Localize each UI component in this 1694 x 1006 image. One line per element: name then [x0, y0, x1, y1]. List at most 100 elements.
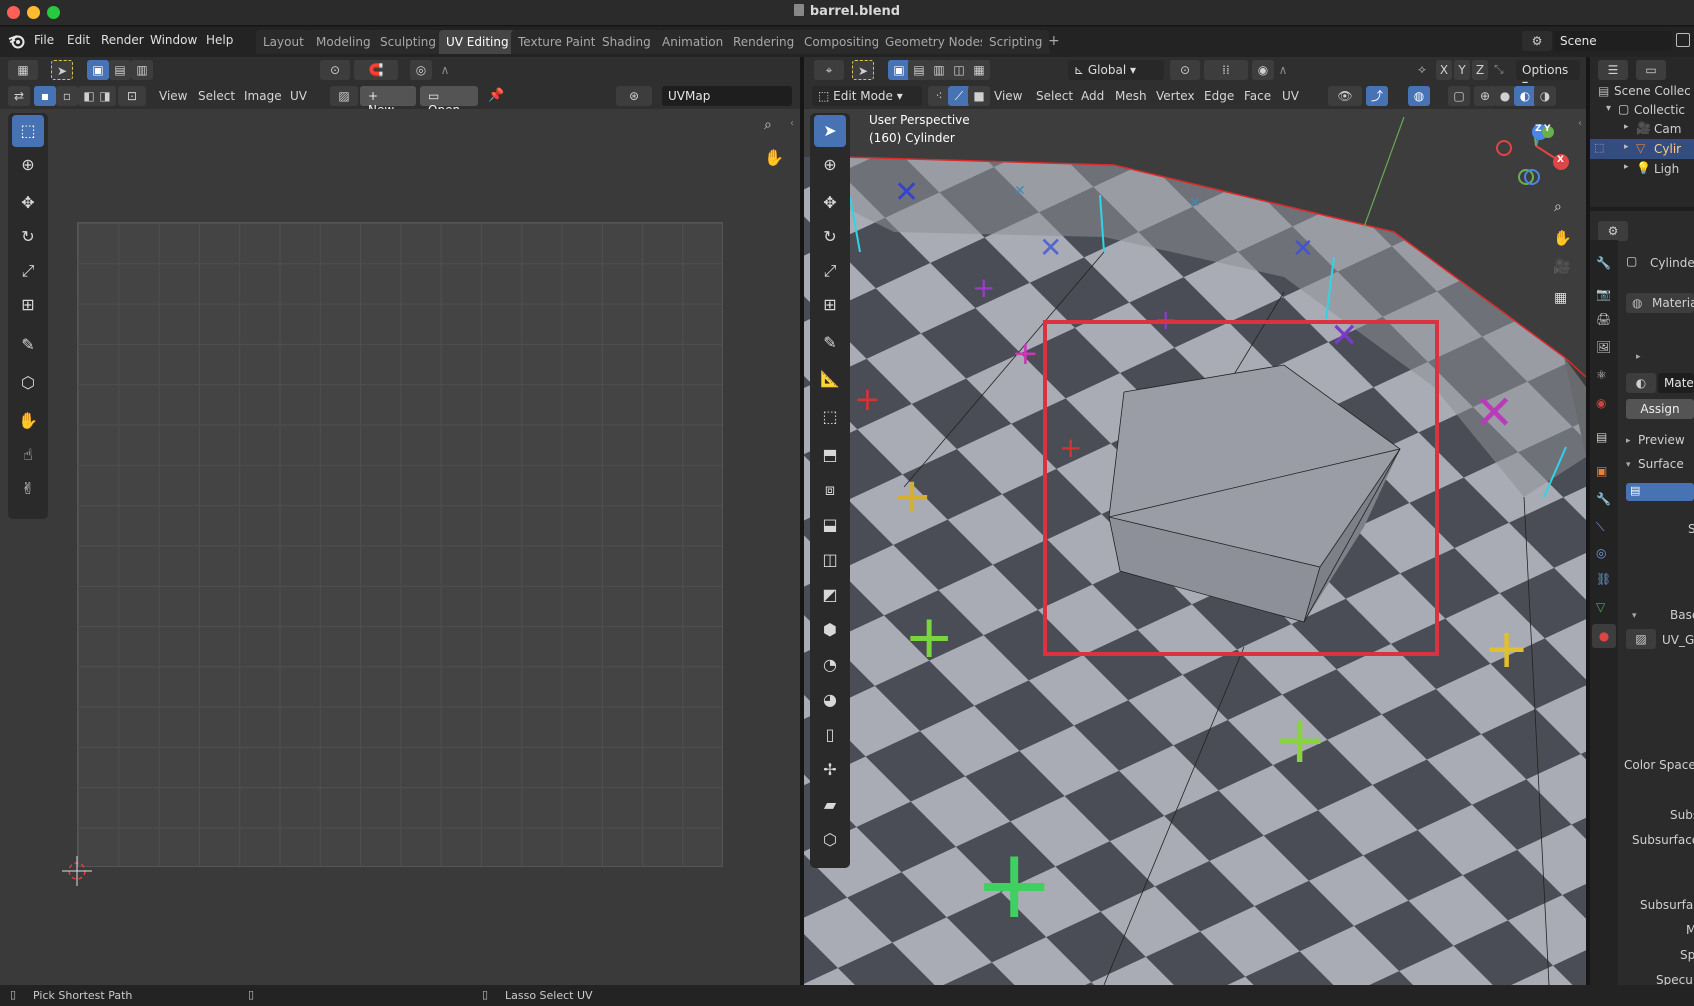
menu-window[interactable]: Window: [150, 33, 197, 47]
render-tab-icon[interactable]: 📷: [1596, 287, 1611, 301]
tool-tab-icon[interactable]: 🔧: [1596, 256, 1611, 270]
tab-geometry-nodes[interactable]: Geometry Nodes: [878, 30, 994, 54]
sticky-selection-icon[interactable]: ⊡: [118, 86, 146, 106]
tab-animation[interactable]: Animation: [655, 30, 731, 54]
rip-region-tool[interactable]: ⬡: [814, 824, 846, 856]
add-cube-tool[interactable]: ⬚: [814, 401, 846, 433]
snap-icon[interactable]: 🧲: [354, 60, 398, 80]
editor-type-icon[interactable]: ▦: [8, 60, 38, 80]
pivot-point-icon[interactable]: ⊙: [320, 60, 350, 80]
vp-menu-view[interactable]: View: [994, 89, 1022, 103]
slot-specials-icon[interactable]: ▸: [1636, 352, 1641, 362]
spin-tool[interactable]: ◔: [814, 649, 846, 681]
vertex-select-mode-icon[interactable]: ⁖: [928, 86, 950, 106]
vp-scale-tool[interactable]: ⤢: [814, 255, 846, 287]
collection-expand-icon[interactable]: ▾: [1606, 103, 1611, 114]
shrink-fatten-tool[interactable]: ✢: [814, 754, 846, 786]
visibility-icon[interactable]: 👁: [1328, 86, 1362, 106]
outliner-item-cylinder[interactable]: Cylir: [1654, 142, 1681, 156]
image-texture-browse-icon[interactable]: ▨: [1626, 629, 1656, 649]
vp-rotate-tool[interactable]: ↻: [814, 221, 846, 253]
uv-sidebar-toggle-icon[interactable]: ‹: [790, 118, 794, 129]
tab-texture-paint[interactable]: Texture Paint: [511, 30, 603, 54]
cursor-tool[interactable]: ⊕: [12, 149, 44, 181]
face-select-mode-icon[interactable]: ■: [968, 86, 990, 106]
menu-help[interactable]: Help: [206, 33, 233, 47]
vp-zoom-icon[interactable]: ⌕: [1554, 199, 1562, 215]
outliner-item-camera[interactable]: Cam: [1654, 122, 1681, 136]
surface-expand-icon[interactable]: ▾: [1626, 460, 1631, 470]
move-tool[interactable]: ✥: [12, 187, 44, 219]
scene-tab-icon[interactable]: ⚛: [1596, 368, 1607, 382]
vp-transform-tool[interactable]: ⊞: [814, 289, 846, 321]
material-name-field[interactable]: Materi: [1658, 373, 1694, 393]
add-workspace-button[interactable]: +: [1048, 33, 1060, 49]
vp-menu-mesh[interactable]: Mesh: [1115, 89, 1147, 103]
navigation-gizmo[interactable]: Z Y X: [1490, 118, 1570, 188]
vp-menu-select[interactable]: Select: [1036, 89, 1073, 103]
camera-view-icon[interactable]: 🎥: [1553, 259, 1570, 275]
falloff-icon[interactable]: ∧: [434, 60, 456, 80]
menu-edit[interactable]: Edit: [67, 33, 90, 47]
uv-grid[interactable]: [77, 222, 723, 867]
vp-menu-face[interactable]: Face: [1244, 89, 1271, 103]
open-image-button[interactable]: ▭ Open: [420, 86, 478, 117]
new-image-button[interactable]: + New: [360, 86, 416, 117]
edge-select-mode-icon[interactable]: ⟋: [948, 86, 970, 106]
material-tab-icon[interactable]: ●: [1592, 624, 1616, 648]
mode-dropdown[interactable]: ⬚ Edit Mode ▾: [812, 86, 922, 106]
image-texture-name[interactable]: UV_Gr: [1662, 633, 1694, 647]
outliner-item-light[interactable]: Ligh: [1654, 162, 1679, 176]
preview-panel-header[interactable]: Preview: [1638, 433, 1685, 447]
vp-snap-icon[interactable]: ⁞⁞: [1204, 60, 1248, 80]
preview-expand-icon[interactable]: ▸: [1626, 436, 1631, 446]
pin-icon[interactable]: 📌: [488, 88, 504, 103]
auto-merge-icon[interactable]: ⤡: [1494, 62, 1504, 77]
pinch-tool[interactable]: ✌: [12, 473, 44, 505]
uv-menu-view[interactable]: View: [159, 89, 187, 103]
annotate-tool[interactable]: ✎: [12, 329, 44, 361]
uv-sync-selection-icon[interactable]: ⇄: [8, 86, 30, 106]
xray-toggle-icon[interactable]: ▢: [1448, 86, 1470, 106]
vp-select-mode-intersect-icon[interactable]: ▦: [968, 60, 990, 80]
uv-zoom-icon[interactable]: ⌕: [764, 117, 772, 133]
outliner-display-mode-icon[interactable]: ▭: [1636, 60, 1666, 80]
select-mode-subtract-icon[interactable]: ▥: [131, 60, 153, 80]
uv-menu-image[interactable]: Image: [244, 89, 282, 103]
select-mode-new-icon[interactable]: ▣: [87, 60, 109, 80]
knife-tool[interactable]: ◩: [814, 579, 846, 611]
mirror-y-button[interactable]: Y: [1454, 60, 1470, 80]
vp-pan-hand-icon[interactable]: ✋: [1553, 229, 1572, 247]
gizmo-toggle-icon[interactable]: ⤴: [1366, 86, 1388, 106]
select-box-tool[interactable]: ⬚: [12, 115, 44, 147]
mirror-icon[interactable]: ⟡: [1418, 62, 1426, 77]
viewport-editor-type-icon[interactable]: ⌖: [814, 60, 844, 80]
blender-logo-icon[interactable]: [8, 32, 26, 50]
inset-faces-tool[interactable]: ⧈: [814, 474, 846, 506]
select-mode-extend-icon[interactable]: ▤: [109, 60, 131, 80]
transform-orientation-dropdown[interactable]: ⊾ Global ▾: [1068, 60, 1164, 80]
camera-expand-icon[interactable]: ▸: [1624, 122, 1629, 132]
properties-editor-type-icon[interactable]: ⚙: [1598, 221, 1628, 241]
object-tab-icon[interactable]: ▣: [1596, 464, 1607, 478]
particles-tab-icon[interactable]: ⟍: [1596, 520, 1604, 535]
view-layer-tab-icon[interactable]: 🖼: [1596, 340, 1611, 354]
base-color-expand-icon[interactable]: ▾: [1632, 611, 1637, 621]
scene-field[interactable]: Scene: [1554, 31, 1672, 51]
overlay-toggle-icon[interactable]: ◍: [1408, 86, 1430, 106]
options-dropdown[interactable]: Options ▾: [1516, 60, 1580, 91]
proportional-edit-icon[interactable]: ◎: [410, 60, 432, 80]
tab-sculpting[interactable]: Sculpting: [373, 30, 444, 54]
uv-map-selector-icon[interactable]: ⊛: [616, 86, 652, 106]
tab-shading[interactable]: Shading: [595, 30, 658, 54]
vp-proportional-edit-icon[interactable]: ◉: [1252, 60, 1274, 80]
outliner-editor-type-icon[interactable]: ☰: [1598, 60, 1628, 80]
physics-tab-icon[interactable]: ◎: [1596, 546, 1606, 560]
perspective-toggle-icon[interactable]: ▦: [1554, 290, 1567, 306]
vp-menu-vertex[interactable]: Vertex: [1156, 89, 1195, 103]
uv-vertex-select-icon[interactable]: ▪: [34, 86, 56, 106]
modifier-tab-icon[interactable]: 🔧: [1596, 492, 1611, 506]
menu-file[interactable]: File: [34, 33, 54, 47]
constraints-tab-icon[interactable]: ⛓: [1596, 572, 1611, 586]
vp-select-mode-new-icon[interactable]: ▣: [888, 60, 910, 80]
